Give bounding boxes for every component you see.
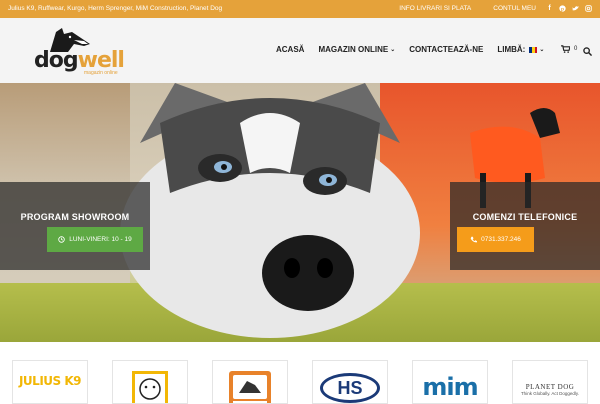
phone-number-button[interactable]: 0731.337.246 bbox=[457, 227, 534, 252]
instagram-icon[interactable] bbox=[585, 4, 592, 13]
phone-icon bbox=[470, 236, 478, 243]
search-icon bbox=[583, 47, 593, 57]
nav-shop-label: MAGAZIN ONLINE bbox=[318, 45, 389, 54]
kurgo-logo-icon bbox=[229, 371, 271, 403]
showroom-hours-button[interactable]: LUNI-VINERI: 10 - 19 bbox=[47, 227, 143, 252]
clock-icon bbox=[58, 236, 65, 243]
brand-herm-sprenger[interactable]: HS bbox=[312, 360, 388, 404]
phone-number-label: 0731.337.246 bbox=[481, 236, 521, 243]
pinterest-icon[interactable]: p bbox=[559, 4, 566, 13]
hero-banner: PROGRAM SHOWROOM LUNI-VINERI: 10 - 19 CO… bbox=[0, 83, 600, 342]
twitter-icon[interactable] bbox=[572, 4, 579, 13]
brand-planet-dog[interactable]: PLANET DOG Think Globally. Act Doggedly. bbox=[512, 360, 588, 404]
header: dogwell magazin online ACASĂ MAGAZIN ONL… bbox=[0, 18, 600, 83]
phone-orders-panel: COMENZI TELEFONICE 0731.337.246 bbox=[450, 182, 600, 270]
brand-mim[interactable]: mim bbox=[412, 360, 488, 404]
nav-home[interactable]: ACASĂ bbox=[276, 45, 304, 54]
brand-logos-row: JULIUS K9 HS mim PLANET DOG Think Global… bbox=[0, 342, 600, 404]
chevron-down-icon: ⌄ bbox=[539, 47, 545, 53]
husky-image bbox=[120, 83, 420, 338]
site-logo[interactable]: dogwell magazin online bbox=[34, 26, 134, 76]
my-account-link[interactable]: CONTUL MEU bbox=[493, 5, 536, 12]
brands-text: Julius K9, Ruffwear, Kurgo, Herm Sprenge… bbox=[8, 5, 223, 12]
nav-contact[interactable]: CONTACTEAZĂ-NE bbox=[409, 45, 483, 54]
julius-k9-logo: JULIUS K9 bbox=[18, 374, 82, 388]
hs-logo-text: HS bbox=[337, 377, 363, 398]
nav-shop[interactable]: MAGAZIN ONLINE ⌄ bbox=[318, 45, 395, 54]
svg-text:p: p bbox=[561, 7, 564, 12]
dog-portrait-logo-icon bbox=[132, 371, 168, 403]
cart-button[interactable]: 0 bbox=[561, 45, 577, 53]
chevron-down-icon: ⌄ bbox=[390, 47, 396, 53]
logo-tagline: magazin online bbox=[84, 70, 118, 76]
social-icons: f p bbox=[546, 4, 592, 13]
brand-kurgo[interactable] bbox=[212, 360, 288, 404]
search-button[interactable] bbox=[583, 43, 593, 61]
planet-dog-tagline: Think Globally. Act Doggedly. bbox=[520, 390, 580, 396]
logo-dog-text: dog bbox=[34, 48, 79, 73]
info-delivery-link[interactable]: INFO LIVRARI SI PLATA bbox=[399, 5, 471, 12]
showroom-title: PROGRAM SHOWROOM bbox=[20, 212, 130, 222]
phone-orders-title: COMENZI TELEFONICE bbox=[472, 212, 578, 222]
hs-logo: HS bbox=[320, 373, 380, 403]
showroom-hours-label: LUNI-VINERI: 10 - 19 bbox=[69, 236, 132, 243]
mim-logo: mim bbox=[422, 373, 478, 401]
nav-home-label: ACASĂ bbox=[276, 45, 305, 54]
brand-julius-k9[interactable]: JULIUS K9 bbox=[12, 360, 88, 404]
romania-flag-icon bbox=[529, 46, 538, 53]
brand-dog-logo[interactable] bbox=[112, 360, 188, 404]
cart-count: 0 bbox=[574, 46, 578, 52]
main-nav: ACASĂ MAGAZIN ONLINE ⌄ CONTACTEAZĂ-NE LIM… bbox=[276, 45, 558, 54]
cart-icon bbox=[561, 45, 570, 53]
top-bar: Julius K9, Ruffwear, Kurgo, Herm Sprenge… bbox=[0, 0, 600, 18]
planet-dog-logo: PLANET DOG bbox=[525, 382, 575, 391]
facebook-icon[interactable]: f bbox=[546, 4, 553, 13]
showroom-panel: PROGRAM SHOWROOM LUNI-VINERI: 10 - 19 bbox=[0, 182, 150, 270]
nav-contact-label: CONTACTEAZĂ-NE bbox=[409, 45, 484, 54]
top-links: INFO LIVRARI SI PLATA CONTUL MEU bbox=[399, 5, 536, 12]
nav-language-label: LIMBĂ: bbox=[497, 45, 526, 54]
nav-language[interactable]: LIMBĂ: ⌄ bbox=[497, 45, 544, 54]
